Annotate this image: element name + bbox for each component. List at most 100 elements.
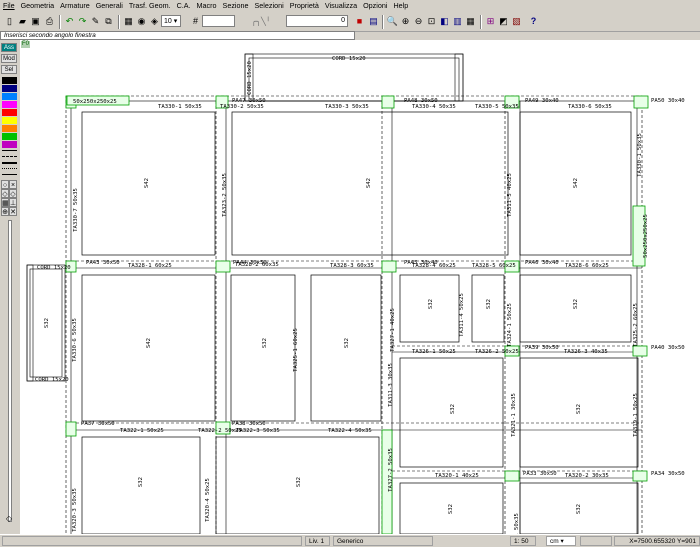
- coord-field[interactable]: [202, 15, 235, 27]
- redo-icon[interactable]: ↷: [76, 15, 89, 28]
- menu-help[interactable]: Help: [390, 0, 411, 12]
- beam-label: TA327-2 50x35: [388, 448, 394, 492]
- properties-icon[interactable]: ⊞: [484, 15, 497, 28]
- snap-grid-icon[interactable]: ▦: [1, 198, 9, 207]
- help-icon[interactable]: ?: [527, 15, 540, 28]
- color-swatch-purple[interactable]: [2, 141, 17, 148]
- snap-quad-icon[interactable]: ◇: [9, 189, 17, 198]
- layers-icon[interactable]: ▤: [367, 15, 380, 28]
- beam-label: TA326-3 40x35: [564, 349, 608, 355]
- pencil-icon[interactable]: ✎: [89, 15, 102, 28]
- slider-knob-icon[interactable]: ◇: [4, 514, 14, 524]
- corbel-label: CORD 15x20: [37, 265, 71, 271]
- unit-select[interactable]: cm ▾: [546, 536, 576, 546]
- zoom-window-icon[interactable]: ⊡: [425, 15, 438, 28]
- beam-label: TA319-1 50x25: [633, 393, 639, 437]
- snap-int-icon[interactable]: ✕: [9, 207, 17, 216]
- beam-label: TA320-3 50x35: [72, 488, 78, 532]
- zoom-icon[interactable]: 🔍: [386, 15, 399, 28]
- undo-icon[interactable]: ↶: [63, 15, 76, 28]
- color-swatch-navy[interactable]: [2, 85, 17, 92]
- linetype-solid-icon[interactable]: [2, 150, 17, 154]
- color-swatch-red[interactable]: [2, 109, 17, 116]
- beam-label: TA327-1 40x25: [390, 308, 396, 352]
- menu-ca[interactable]: C.A.: [174, 0, 194, 12]
- beam-label: TA326-1 50x25: [412, 349, 456, 355]
- menu-generali[interactable]: Generali: [93, 0, 126, 12]
- zoom-out-icon[interactable]: ⊖: [412, 15, 425, 28]
- column-label: PA47 30x50: [232, 98, 266, 104]
- beam-label: TA321-1 30x35: [511, 393, 517, 437]
- color-swatch-yellow[interactable]: [2, 117, 17, 124]
- linetype-thin-icon[interactable]: [2, 174, 17, 178]
- column-label: PA46 30x40: [525, 260, 559, 266]
- snap-icon[interactable]: ◉: [135, 15, 148, 28]
- color-swatch-black[interactable]: [2, 77, 17, 84]
- color-swatch-orange[interactable]: [2, 125, 17, 132]
- menu-visualizza[interactable]: Visualizza: [322, 0, 360, 12]
- beam-label: TA330-7 50x35: [73, 188, 79, 232]
- column-label: PA33 30x50: [523, 471, 557, 477]
- ass-button[interactable]: Ass: [1, 43, 17, 52]
- menu-geometria[interactable]: Geometria: [18, 0, 58, 12]
- beam-label: TA330-4 50x35: [412, 104, 456, 110]
- column-label: PA39 30x50: [525, 345, 559, 351]
- linetype-dashed-icon[interactable]: [2, 156, 17, 160]
- color-swatch-blue[interactable]: [2, 93, 17, 100]
- new-file-icon[interactable]: ▯: [3, 15, 16, 28]
- column-mark[interactable]: [381, 260, 397, 273]
- vertical-slider[interactable]: [8, 220, 12, 522]
- menu-armature[interactable]: Armature: [57, 0, 93, 12]
- menu-file[interactable]: File: [0, 0, 18, 12]
- beam-label: TA328-1 60x25: [128, 263, 172, 269]
- frame-tag: F0: [21, 41, 31, 48]
- menu-proprieta[interactable]: Proprietà: [287, 0, 322, 12]
- menu-macro[interactable]: Macro: [194, 0, 220, 12]
- sel-button[interactable]: Sel: [1, 65, 17, 74]
- grid-icon[interactable]: ▦: [122, 15, 135, 28]
- zoom-all-icon[interactable]: ◧: [438, 15, 451, 28]
- menu-sezione[interactable]: Sezione: [220, 0, 252, 12]
- column-mark[interactable]: [65, 421, 77, 437]
- color-swatch-green[interactable]: [2, 133, 17, 140]
- layer-icon[interactable]: ◈: [148, 15, 161, 28]
- linetype-thick-icon[interactable]: [2, 162, 17, 167]
- snap-center-icon[interactable]: ×: [9, 180, 17, 189]
- menu-selezioni[interactable]: Selezioni: [252, 0, 287, 12]
- snap-endpoint-icon[interactable]: ○: [1, 180, 9, 189]
- corbel-rect: [248, 57, 460, 102]
- toolbar: ▯ ▰ ▣ ⎙ ↶ ↷ ✎ ⧉ ▦ ◉ ◈ 10 ▾ # ╭╮╲╵ 0 ■ ▤ …: [0, 12, 700, 32]
- linetype-dotted-icon[interactable]: [2, 168, 17, 172]
- column-mark[interactable]: [633, 95, 649, 109]
- mod-button[interactable]: Mod: [1, 54, 17, 63]
- zoom-in-icon[interactable]: ⊕: [399, 15, 412, 28]
- hash-grid-icon[interactable]: #: [189, 15, 202, 28]
- ortho-icon[interactable]: ╭╮╲╵: [240, 15, 282, 28]
- snap-perp-icon[interactable]: ⊥: [9, 198, 17, 207]
- drawing-canvas[interactable]: S42 S42 S42 S42 S32 S32 S32 S32 S32 S32 S32 S32 S32 S…: [20, 40, 700, 547]
- unit-value: cm: [550, 538, 559, 545]
- save-icon[interactable]: ▣: [29, 15, 42, 28]
- value-field[interactable]: 0: [286, 15, 348, 27]
- menu-opzioni[interactable]: Opzioni: [360, 0, 390, 12]
- column-mark[interactable]: [504, 470, 520, 482]
- redraw-icon[interactable]: ▦: [464, 15, 477, 28]
- tool-icon[interactable]: ◩: [497, 15, 510, 28]
- menu-trasf-geom[interactable]: Trasf. Geom.: [126, 0, 174, 12]
- red-square-icon[interactable]: ■: [353, 15, 366, 28]
- column-label: PA43 30x50: [86, 260, 120, 266]
- zoom-extent-icon[interactable]: ▥: [451, 15, 464, 28]
- column-mark[interactable]: [632, 470, 648, 482]
- snap-mid-icon[interactable]: ◇: [1, 189, 9, 198]
- copy-icon[interactable]: ⧉: [102, 15, 115, 28]
- column-mark[interactable]: [381, 95, 395, 109]
- open-folder-icon[interactable]: ▰: [16, 15, 29, 28]
- print-icon[interactable]: ⎙: [43, 15, 56, 28]
- snap-near-icon[interactable]: ⊕: [1, 207, 9, 216]
- layer-select[interactable]: 10 ▾: [161, 15, 181, 27]
- color-icon[interactable]: ▧: [510, 15, 523, 28]
- color-swatch-magenta[interactable]: [2, 101, 17, 108]
- slab-label: S42: [146, 338, 152, 348]
- column-mark[interactable]: [215, 260, 231, 273]
- outer-boundary: [65, 95, 643, 537]
